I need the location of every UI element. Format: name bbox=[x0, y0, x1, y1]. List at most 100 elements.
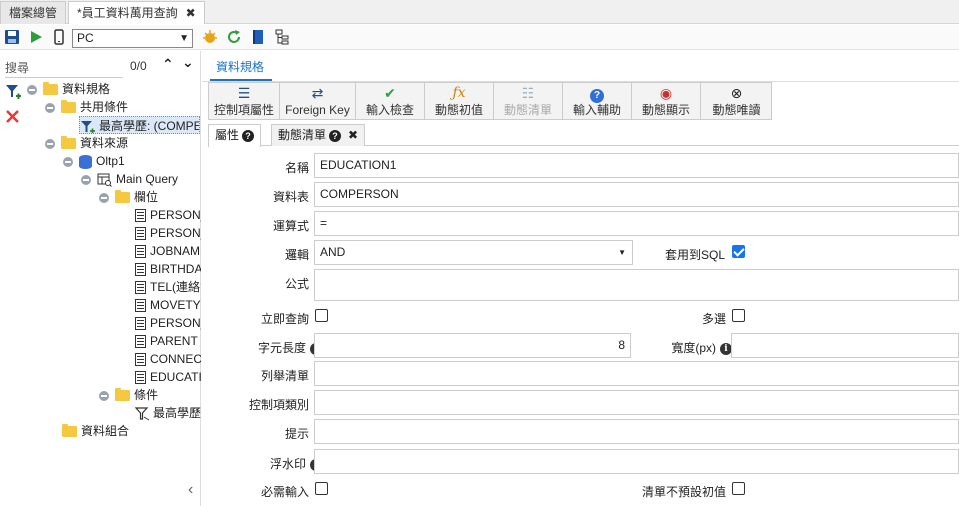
width-field[interactable] bbox=[731, 333, 959, 358]
tree-node-main-query[interactable]: Main Query bbox=[81, 170, 178, 188]
multi-select-label: 多選 bbox=[701, 312, 726, 326]
document-tab-bar: 檔案總管 *員工資料萬用查詢 ✖ bbox=[0, 0, 959, 24]
list-icon: ☰ bbox=[237, 85, 251, 101]
tree-node-condition[interactable]: 最高學歷 bbox=[135, 404, 201, 422]
tab-label: 動態清單 bbox=[278, 128, 327, 142]
tree-node-datasource[interactable]: 資料來源 bbox=[45, 134, 128, 152]
input-validation-button[interactable]: ✔ 輸入檢查 bbox=[356, 83, 425, 119]
eye-hidden-icon: ◉ bbox=[659, 85, 673, 101]
collapse-icon[interactable] bbox=[27, 84, 37, 95]
tree-node-field[interactable]: CONNECTOR bbox=[135, 350, 201, 368]
tree-node-field[interactable]: JOBNAME bbox=[135, 242, 201, 260]
delete-icon[interactable] bbox=[5, 109, 20, 124]
device-select[interactable]: PC ▼ bbox=[72, 29, 193, 48]
tab-file-explorer[interactable]: 檔案總管 bbox=[0, 1, 67, 24]
name-field[interactable]: EDUCATION1 bbox=[314, 153, 959, 178]
name-label: 名稱 bbox=[284, 161, 309, 175]
tree-node-fields-folder[interactable]: 欄位 bbox=[99, 188, 158, 206]
save-icon[interactable] bbox=[3, 28, 21, 46]
tree-node-data-combine[interactable]: 資料組合 bbox=[62, 422, 129, 440]
char-length-label-text: 字元長度 bbox=[257, 341, 306, 355]
dynamic-default-button[interactable]: ƒx 動態初值 bbox=[425, 83, 494, 119]
formula-field[interactable] bbox=[314, 269, 959, 301]
tree-node-field[interactable]: TEL(連絡電話) bbox=[135, 278, 201, 296]
tree-node-field[interactable]: PERSON_TYPE bbox=[135, 314, 201, 332]
button-label: 控制項屬性 bbox=[213, 103, 274, 117]
dynamic-list-button[interactable]: ☷ 動態清單 bbox=[494, 83, 563, 119]
tab-data-spec[interactable]: 資料規格 bbox=[216, 58, 264, 75]
folder-icon bbox=[62, 424, 77, 438]
formula-label: 公式 bbox=[284, 277, 309, 291]
button-label: 動態清單 bbox=[503, 103, 552, 117]
close-icon[interactable]: ✖ bbox=[348, 128, 358, 142]
collapse-icon[interactable] bbox=[63, 156, 73, 167]
chevron-up-icon[interactable]: ⌃ bbox=[162, 56, 174, 73]
tree-node-label: 共用條件 bbox=[80, 100, 129, 114]
tree-node-field[interactable]: PERSON_NAME bbox=[135, 224, 201, 242]
char-length-label: 字元長度i bbox=[258, 339, 322, 356]
collapse-icon[interactable] bbox=[45, 138, 55, 149]
help-icon[interactable]: ? bbox=[242, 129, 255, 142]
help-icon[interactable]: ? bbox=[329, 129, 342, 142]
watermark-field[interactable] bbox=[314, 449, 959, 474]
tree-node-label: Main Query bbox=[116, 172, 179, 186]
no-default-checkbox[interactable] bbox=[732, 482, 745, 495]
chevron-down-icon[interactable]: ⌄ bbox=[182, 54, 194, 71]
collapse-icon[interactable] bbox=[99, 390, 109, 401]
filter-link-icon bbox=[135, 407, 150, 421]
tab-dynamic-list[interactable]: 動態清單? ✖ bbox=[271, 124, 366, 146]
tree-node-label: TEL(連絡電話) bbox=[150, 280, 201, 294]
chevron-down-icon: ▼ bbox=[179, 33, 189, 44]
control-type-field[interactable] bbox=[314, 390, 959, 415]
debug-icon[interactable] bbox=[201, 28, 219, 46]
table-field[interactable]: COMPERSON bbox=[314, 182, 959, 207]
tree-node-root[interactable]: 資料規格 bbox=[27, 80, 110, 98]
close-icon[interactable]: ✖ bbox=[186, 6, 196, 20]
tab-employee-query[interactable]: *員工資料萬用查詢 ✖ bbox=[68, 1, 205, 24]
tree-node-field[interactable]: BIRTHDATE bbox=[135, 260, 201, 278]
collapse-icon[interactable] bbox=[99, 192, 109, 203]
multi-select-checkbox[interactable] bbox=[732, 309, 745, 322]
collapse-icon[interactable] bbox=[81, 174, 91, 185]
tab-properties[interactable]: 屬性? bbox=[208, 124, 262, 147]
collapse-panel-icon[interactable]: ‹ bbox=[188, 481, 193, 499]
chevron-down-icon: ▼ bbox=[618, 248, 626, 257]
tree-node-label: 資料來源 bbox=[80, 136, 129, 150]
instant-query-checkbox[interactable] bbox=[315, 309, 328, 322]
char-length-field[interactable]: 8 bbox=[314, 333, 631, 358]
collapse-icon[interactable] bbox=[45, 102, 55, 113]
tree-node-conditions-folder[interactable]: 條件 bbox=[99, 386, 158, 404]
tree-node-oltp[interactable]: Oltp1 bbox=[63, 152, 125, 170]
logic-select[interactable]: AND ▼ bbox=[314, 240, 633, 265]
search-input[interactable]: 搜尋 bbox=[5, 59, 29, 76]
button-label: 動態初值 bbox=[434, 103, 483, 117]
tree-node-field[interactable]: EDUCATION bbox=[135, 368, 201, 386]
tab-label: *員工資料萬用查詢 bbox=[77, 6, 178, 20]
tree-node-label: 欄位 bbox=[134, 190, 159, 204]
tree-node-label: 資料規格 bbox=[62, 82, 111, 96]
hint-field[interactable] bbox=[314, 419, 959, 444]
input-assist-button[interactable]: ? 輸入輔助 bbox=[563, 83, 632, 119]
tree-node-field[interactable]: MOVETYPE bbox=[135, 296, 201, 314]
foreign-key-button[interactable]: ⇄ Foreign Key bbox=[280, 83, 356, 119]
required-checkbox[interactable] bbox=[315, 482, 328, 495]
tree-node-selected-condition[interactable]: 最高學歷: (COMPERSON.EDUCATION) bbox=[79, 116, 200, 134]
tree-node-common-conditions[interactable]: 共用條件 bbox=[45, 98, 128, 116]
book-icon[interactable] bbox=[249, 28, 267, 46]
run-icon[interactable] bbox=[27, 28, 45, 46]
enum-list-field[interactable] bbox=[314, 361, 959, 386]
tree-node-field[interactable]: PERSON_ID bbox=[135, 206, 201, 224]
filter-icon bbox=[81, 120, 95, 133]
add-filter-icon[interactable] bbox=[5, 83, 21, 101]
device-icon[interactable] bbox=[50, 28, 68, 46]
control-properties-button[interactable]: ☰ 控制項屬性 bbox=[209, 83, 280, 119]
search-bar: 搜尋 0/0 ⌃ ⌄ bbox=[0, 54, 201, 78]
field-icon bbox=[135, 335, 146, 349]
operator-field[interactable]: = bbox=[314, 211, 959, 236]
tree-structure-icon[interactable] bbox=[273, 28, 291, 46]
tree-node-field[interactable]: PARENT bbox=[135, 332, 198, 350]
refresh-icon[interactable] bbox=[225, 28, 243, 46]
dynamic-display-button[interactable]: ◉ 動態顯示 bbox=[632, 83, 701, 119]
dynamic-readonly-button[interactable]: ⊗ 動態唯讀 bbox=[701, 83, 772, 119]
apply-sql-checkbox[interactable] bbox=[732, 245, 745, 258]
